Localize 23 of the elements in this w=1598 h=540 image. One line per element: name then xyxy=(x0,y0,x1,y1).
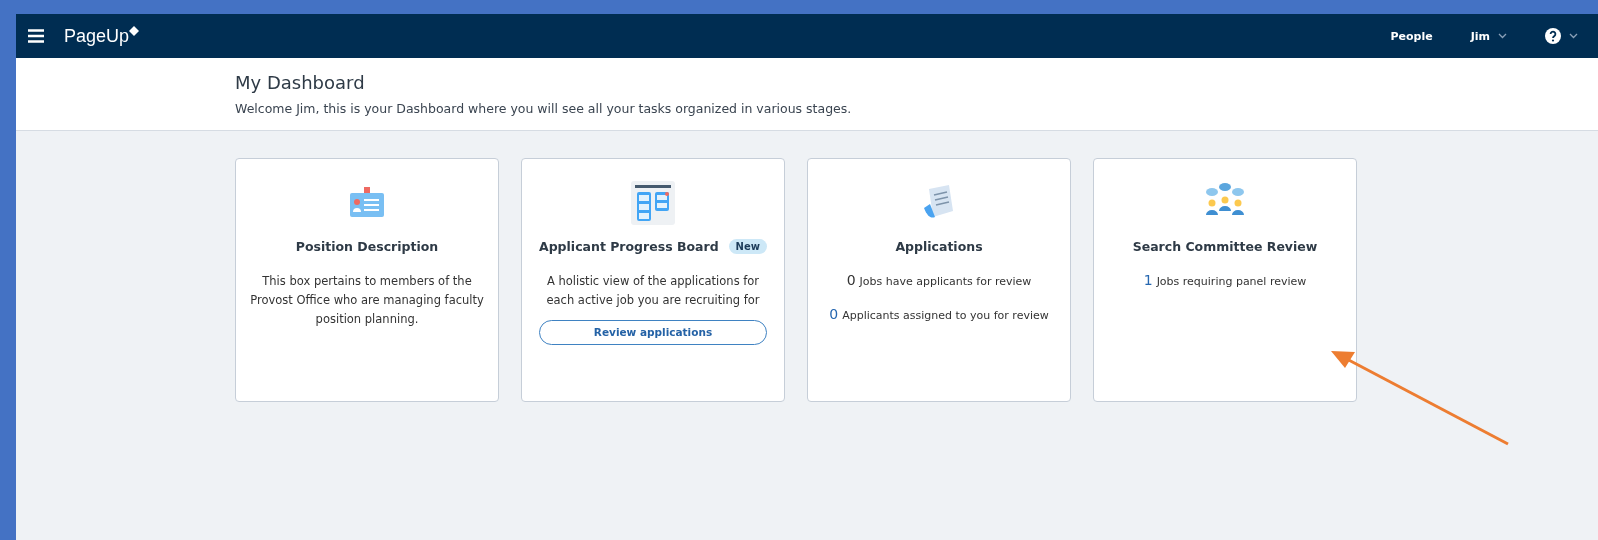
new-badge: New xyxy=(728,239,767,254)
stat-label: Jobs have applicants for review xyxy=(859,275,1032,288)
card-title: Position Description xyxy=(295,239,439,254)
welcome-text: Welcome Jim, this is your Dashboard where you will see all your tasks organized in various stages. xyxy=(235,101,853,116)
card-description: This box pertains to members of the Provost Office who are managing faculty position planning. xyxy=(249,273,485,328)
card-title: Applicant Progress Board xyxy=(539,239,719,254)
card-title: Applications xyxy=(895,239,983,254)
card-title: Search Committee Review xyxy=(1132,239,1318,254)
help-icon[interactable] xyxy=(1545,28,1561,44)
review-button[interactable]: Review applications xyxy=(539,319,767,345)
stat-label: Jobs requiring panel review xyxy=(1156,275,1307,288)
count-link[interactable]: 0 xyxy=(829,306,839,322)
count: 0 xyxy=(846,272,856,288)
diamond-icon xyxy=(129,25,140,36)
card-description: A holistic view of the applications for each active job you are recruiting for xyxy=(545,273,761,309)
nav-link[interactable]: People xyxy=(1390,29,1433,43)
nav-link[interactable]: Jim xyxy=(1470,29,1507,43)
menu-icon[interactable] xyxy=(28,29,44,43)
logo[interactable]: PageUp xyxy=(64,25,1353,47)
board-icon xyxy=(631,181,675,225)
stat-label: Applicants assigned to you for review xyxy=(842,309,1049,322)
page-title: My Dashboard xyxy=(235,72,366,93)
count-link[interactable]: 1 xyxy=(1143,272,1153,288)
